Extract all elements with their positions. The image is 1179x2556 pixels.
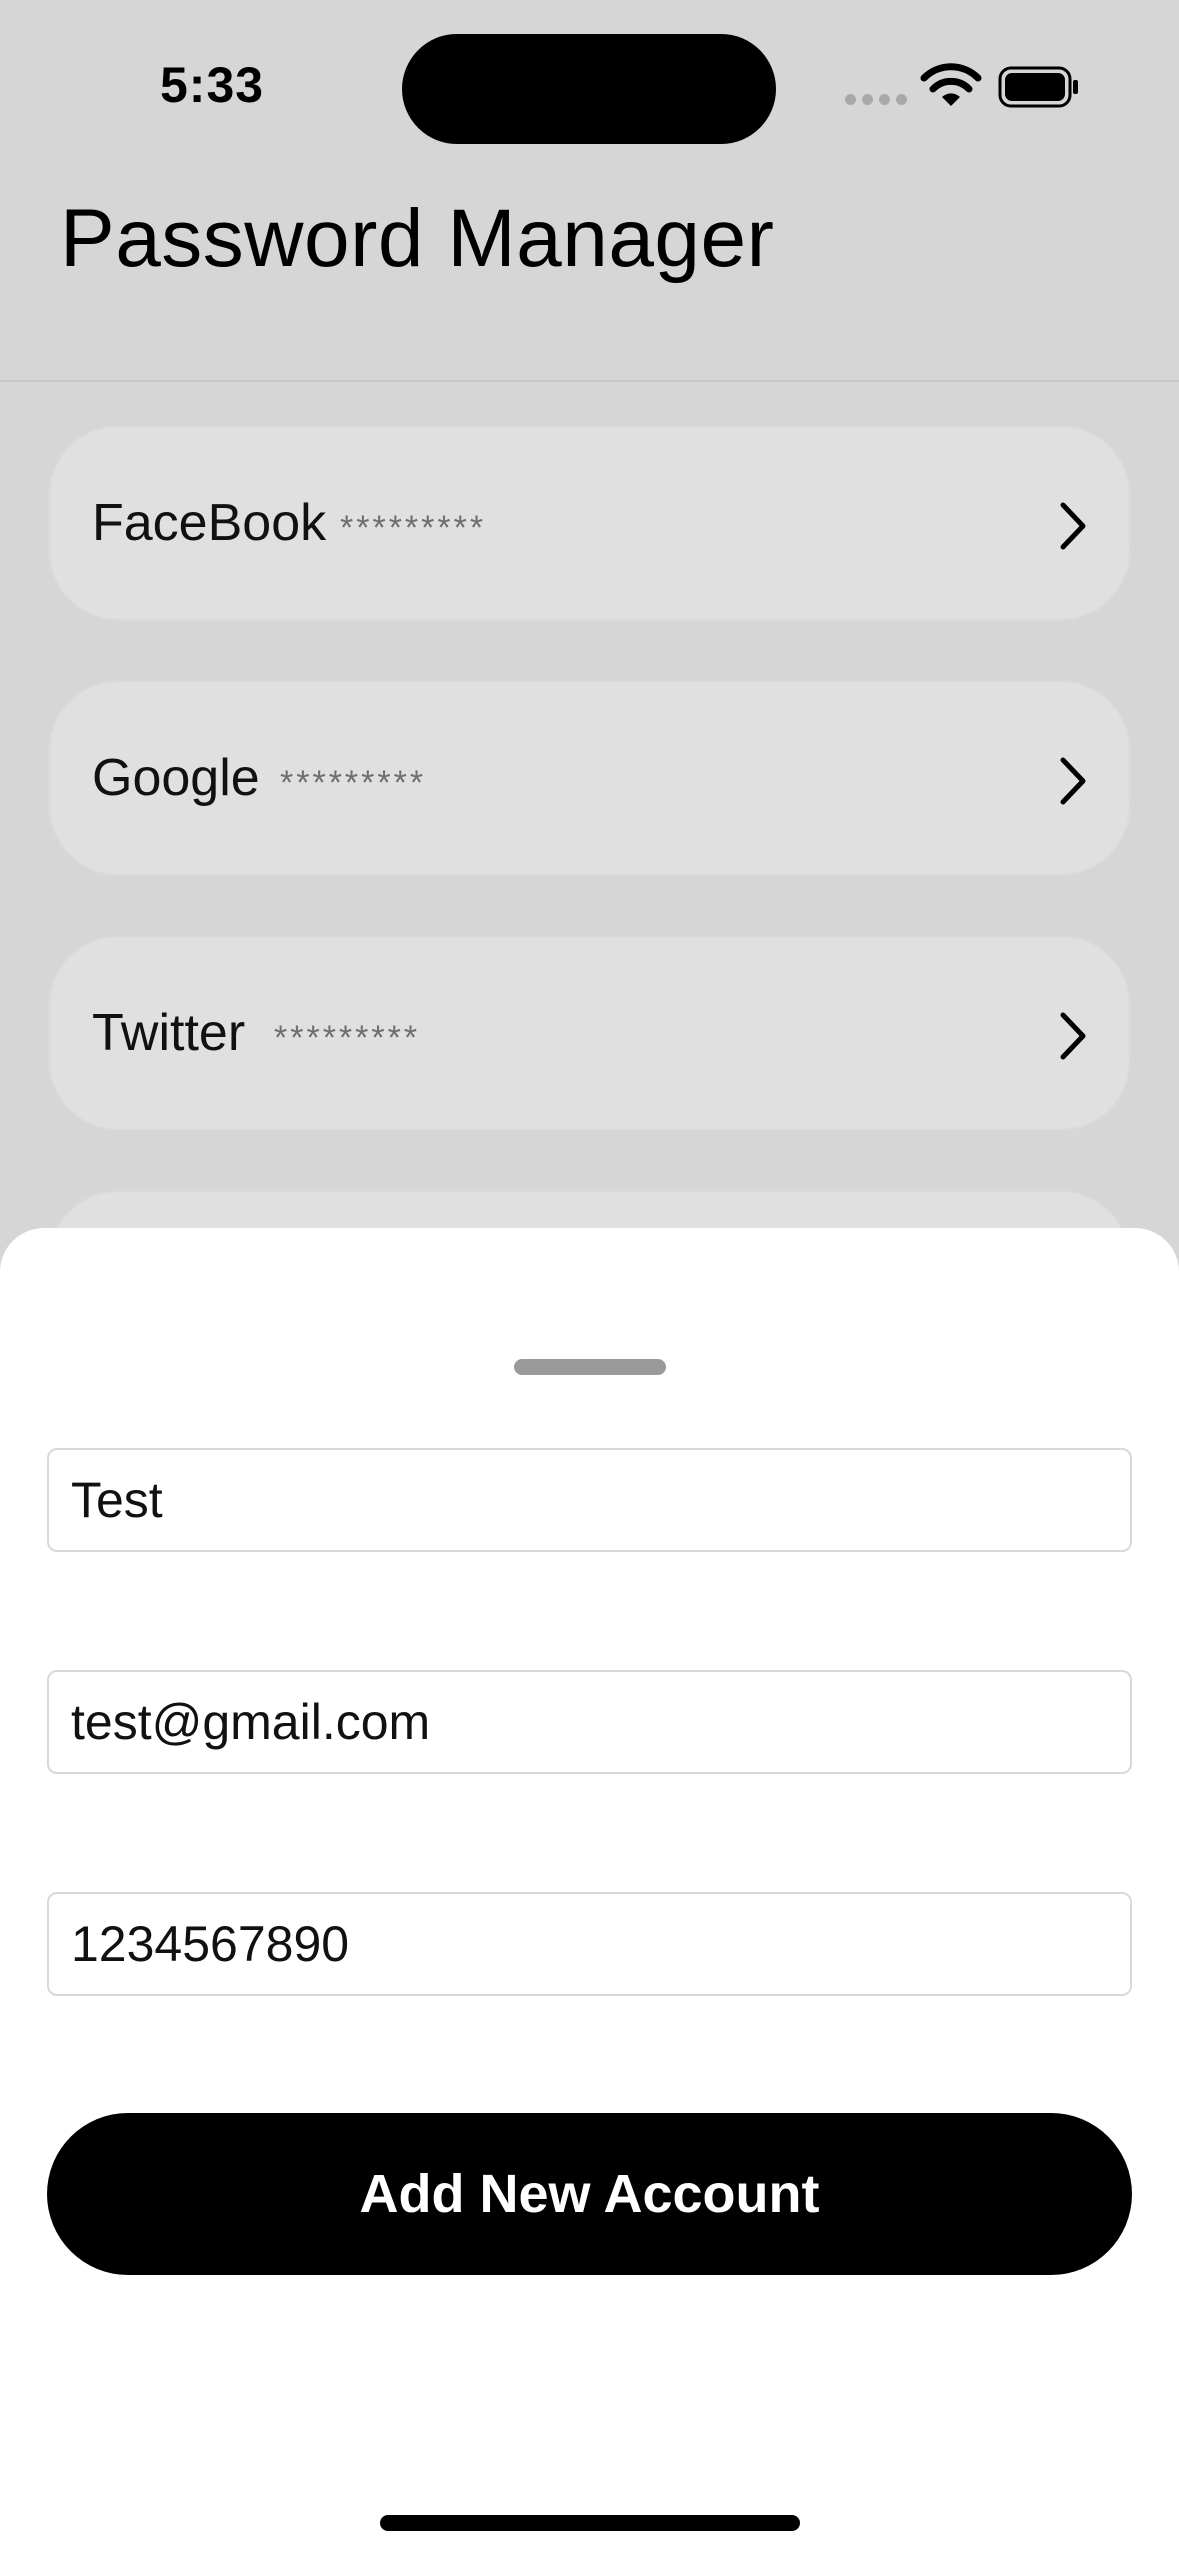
cellular-signal-icon: [845, 94, 907, 105]
page-title: Password Manager: [60, 193, 775, 284]
masked-password: *********: [340, 509, 487, 547]
dynamic-island: [402, 34, 776, 144]
masked-password: *********: [274, 1019, 421, 1057]
battery-icon: [998, 66, 1078, 108]
add-new-account-button[interactable]: Add New Account: [47, 2113, 1132, 2275]
header-divider: [0, 380, 1179, 382]
masked-password: *********: [280, 764, 427, 802]
status-time: 5:33: [160, 57, 265, 113]
account-name: FaceBook: [92, 494, 327, 552]
wifi-icon: [920, 63, 982, 106]
password-field[interactable]: [47, 1892, 1132, 1996]
chevron-right-icon: [1060, 502, 1086, 550]
email-field[interactable]: [47, 1670, 1132, 1774]
chevron-right-icon: [1060, 1012, 1086, 1060]
account-name: Twitter: [92, 1004, 246, 1062]
home-indicator: [380, 2515, 800, 2531]
account-name-field[interactable]: [47, 1448, 1132, 1552]
chevron-right-icon: [1060, 757, 1086, 805]
sheet-grabber[interactable]: [514, 1359, 666, 1375]
account-card-google[interactable]: Google *********: [48, 680, 1131, 876]
account-card-facebook[interactable]: FaceBook *********: [48, 425, 1131, 621]
account-card-twitter[interactable]: Twitter *********: [48, 935, 1131, 1131]
account-name: Google: [92, 749, 260, 807]
